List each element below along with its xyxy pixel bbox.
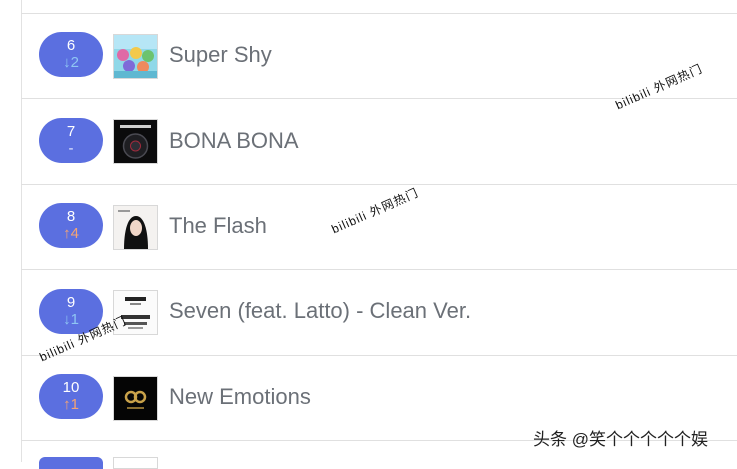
rank-badge: 10 ↑1: [39, 374, 103, 419]
source-credit: 头条 @笑个个个个个娱: [533, 430, 708, 449]
album-cover[interactable]: [113, 205, 158, 250]
rank-badge: 6 ↓2: [39, 32, 103, 77]
album-cover-partial: [113, 457, 158, 469]
song-title[interactable]: BONA BONA: [169, 128, 299, 154]
rank-badge: 8 ↑4: [39, 203, 103, 248]
rank-number: 9: [66, 294, 76, 311]
song-title[interactable]: Seven (feat. Latto) - Clean Ver.: [169, 298, 471, 324]
album-cover[interactable]: [113, 376, 158, 421]
rank-badge-partial: [39, 457, 103, 469]
rank-change: -: [68, 140, 74, 157]
rank-number: 6: [66, 37, 76, 54]
song-title[interactable]: Super Shy: [169, 42, 272, 68]
rank-number: 7: [66, 123, 76, 140]
rank-number: 10: [62, 379, 80, 396]
chart-row[interactable]: 7 - BONA BONA: [22, 99, 737, 184]
song-title[interactable]: The Flash: [169, 213, 267, 239]
rank-number: 8: [66, 208, 76, 225]
chart-row[interactable]: 9 ↓1 Seven (feat. Latto) - Clean Ver.: [22, 270, 737, 355]
rank-change: ↑1: [63, 396, 79, 413]
chart-row[interactable]: 6 ↓2 Super Shy: [22, 14, 737, 99]
rank-change: ↑4: [63, 225, 79, 242]
rank-change: ↓2: [63, 54, 79, 71]
album-cover[interactable]: [113, 34, 158, 79]
album-cover[interactable]: [113, 119, 158, 164]
rank-badge: 7 -: [39, 118, 103, 163]
song-title[interactable]: New Emotions: [169, 384, 311, 410]
